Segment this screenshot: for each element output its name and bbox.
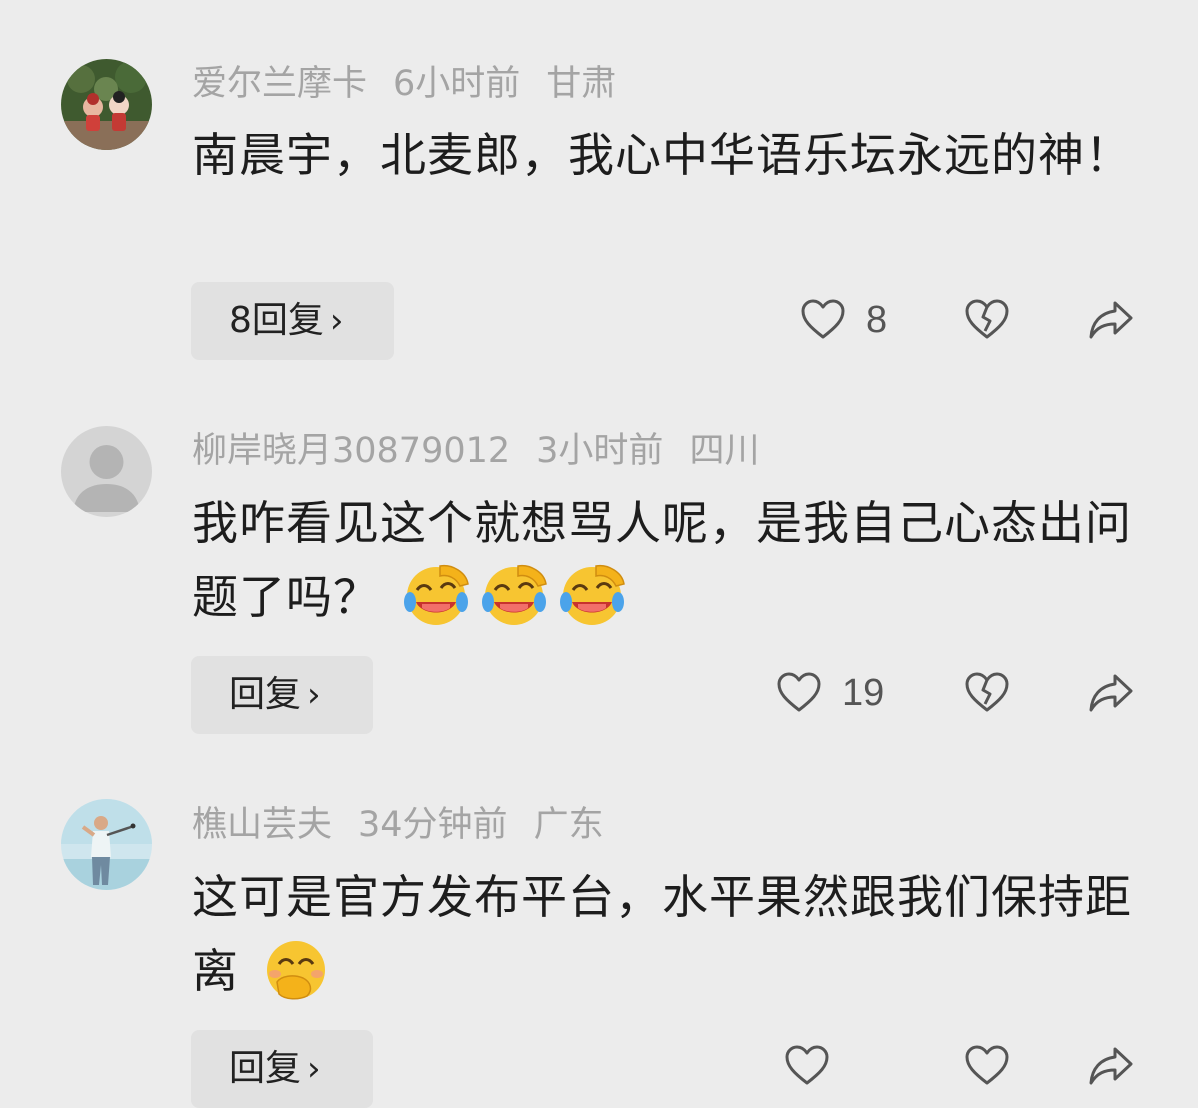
like-button[interactable] bbox=[784, 1043, 830, 1089]
heart-icon bbox=[785, 1045, 829, 1085]
avatar[interactable] bbox=[61, 799, 152, 890]
reply-label: 回复 bbox=[229, 1048, 302, 1089]
username[interactable]: 樵山芸夫 bbox=[192, 805, 332, 845]
hand-over-mouth-icon bbox=[266, 940, 325, 999]
dislike-button[interactable] bbox=[964, 1043, 1010, 1089]
timestamp: 34分钟前 bbox=[358, 805, 508, 845]
chevron-right-icon: › bbox=[307, 1049, 321, 1089]
comment-text-content: 这可是官方发布平台，水平果然跟我们保持距离 bbox=[192, 870, 1132, 998]
share-arrow-icon bbox=[1089, 1047, 1133, 1085]
share-button[interactable] bbox=[1087, 1043, 1135, 1089]
comment-item: 樵山芸夫 34分钟前 广东 这可是官方发布平台，水平果然跟我们保持距离 回复 › bbox=[0, 0, 1198, 1108]
reply-button[interactable]: 回复 › bbox=[191, 1030, 373, 1108]
broken-heart-icon bbox=[965, 1045, 1009, 1085]
comment-meta: 樵山芸夫 34分钟前 广东 bbox=[192, 803, 630, 847]
location: 广东 bbox=[533, 805, 604, 845]
comment-text: 这可是官方发布平台，水平果然跟我们保持距离 bbox=[192, 860, 1142, 1008]
